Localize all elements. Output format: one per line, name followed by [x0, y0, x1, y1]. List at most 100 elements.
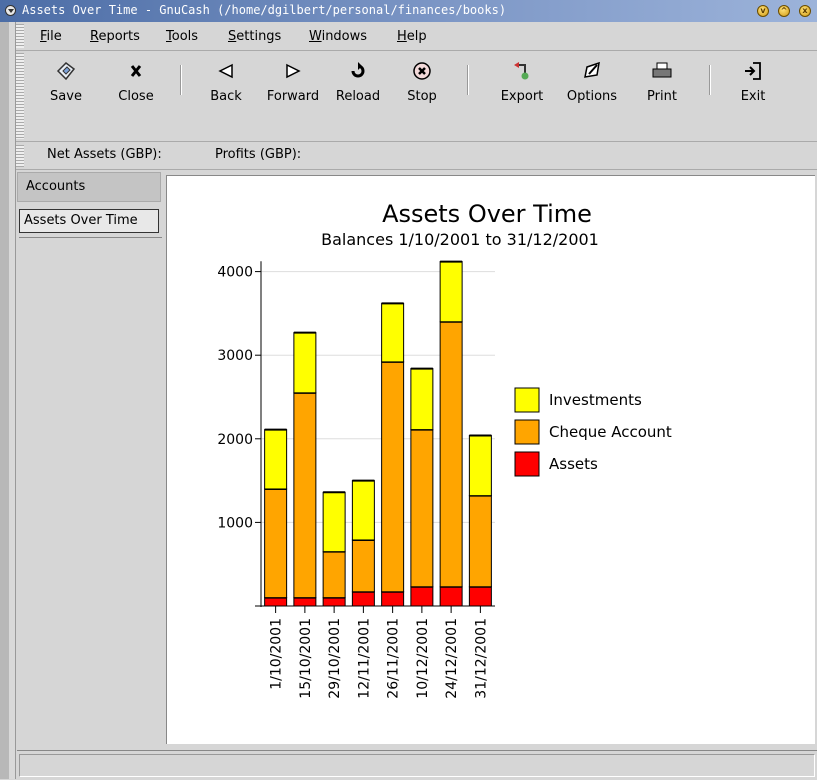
legend-label: Assets	[549, 455, 598, 473]
options-icon	[560, 59, 624, 87]
toolbar-separator	[467, 65, 469, 95]
close-button[interactable]: Close	[104, 59, 168, 104]
bar-segment	[264, 429, 288, 490]
menu-settings[interactable]: Settings	[228, 29, 281, 44]
x-tick-label: 24/12/2001	[444, 618, 460, 699]
stop-button[interactable]: Stop	[390, 59, 454, 104]
x-tick-label: 15/10/2001	[298, 618, 314, 699]
stop-icon	[390, 59, 454, 87]
forward-label: Forward	[266, 89, 320, 104]
toolbar-separator	[709, 65, 711, 95]
bar-segment	[264, 488, 288, 599]
y-tick-label: 4000	[217, 265, 253, 281]
bar-segment	[322, 551, 346, 599]
bar-segment	[322, 491, 346, 553]
summarybar-handle[interactable]	[16, 145, 24, 167]
chart-svg: Assets Over Time Balances 1/10/2001 to 3…	[217, 200, 672, 699]
legend-swatch	[514, 387, 540, 413]
save-button[interactable]: Save	[34, 59, 98, 104]
legend-label: Investments	[549, 391, 642, 409]
options-button[interactable]: Options	[560, 59, 624, 104]
minimize-icon[interactable]: v	[757, 5, 769, 17]
net-assets-label: Net Assets (GBP):	[47, 147, 162, 162]
exit-button[interactable]: Exit	[721, 59, 785, 104]
x-tick-label: 1/10/2001	[269, 618, 285, 690]
close-label: Close	[118, 89, 154, 104]
forward-button[interactable]: Forward	[261, 59, 325, 104]
bar-segment	[293, 332, 317, 394]
y-tick-label: 2000	[217, 432, 253, 448]
window-title: Assets Over Time - GnuCash (/home/dgilbe…	[22, 3, 507, 17]
close-icon	[104, 59, 168, 87]
legend-swatch	[514, 419, 540, 445]
bar-segment	[293, 392, 317, 599]
bar-segment	[439, 586, 463, 607]
back-button[interactable]: Back	[194, 59, 258, 104]
bar-segment	[468, 495, 492, 588]
window-frame-inner	[9, 22, 16, 779]
toolbar-separator	[180, 65, 182, 95]
export-label: Export	[500, 89, 544, 104]
title-bar[interactable]: Assets Over Time - GnuCash (/home/dgilbe…	[0, 0, 817, 22]
printer-icon	[630, 59, 694, 87]
x-tick-label: 29/10/2001	[327, 618, 343, 699]
bar-segment	[381, 361, 405, 593]
back-label: Back	[210, 89, 242, 104]
x-tick-label: 31/12/2001	[473, 618, 489, 699]
bar-segment	[351, 591, 375, 607]
menu-tools[interactable]: Tools	[166, 29, 198, 44]
reload-icon	[326, 59, 390, 87]
tab-accounts[interactable]: Accounts	[17, 172, 161, 202]
x-tick-label: 26/11/2001	[386, 618, 402, 699]
summary-bar: Net Assets (GBP): Profits (GBP):	[16, 143, 817, 170]
export-icon	[490, 59, 554, 87]
bar-segment	[264, 597, 288, 607]
print-button[interactable]: Print	[630, 59, 694, 104]
chart-title: Assets Over Time	[382, 200, 592, 228]
bar-segment	[381, 591, 405, 607]
bar-segment	[351, 480, 375, 541]
stop-label: Stop	[407, 89, 437, 104]
menu-reports[interactable]: Reports	[90, 29, 140, 44]
close-window-icon[interactable]: x	[799, 5, 811, 17]
back-arrow-icon	[194, 59, 258, 87]
bar-segment	[410, 586, 434, 607]
save-label: Save	[50, 89, 82, 104]
report-view[interactable]: Assets Over Time Balances 1/10/2001 to 3…	[166, 175, 815, 744]
toolbar: Save Close Back Forward Reload Stop Expo…	[16, 51, 817, 142]
bar-segment	[410, 429, 434, 588]
export-button[interactable]: Export	[490, 59, 554, 104]
menu-windows[interactable]: Windows	[309, 29, 367, 44]
legend-label: Cheque Account	[549, 423, 672, 441]
bar-segment	[468, 434, 492, 497]
maximize-icon[interactable]: ^	[778, 5, 790, 17]
chart-legend: Investments Cheque Account Assets	[514, 387, 672, 477]
menu-file[interactable]: File	[40, 29, 62, 44]
forward-arrow-icon	[261, 59, 325, 87]
x-tick-label: 10/12/2001	[415, 618, 431, 699]
toolbar-handle[interactable]	[16, 53, 24, 139]
y-tick-label: 3000	[217, 348, 253, 364]
menu-help[interactable]: Help	[397, 29, 427, 44]
bar-segment	[439, 321, 463, 588]
chart-bars	[264, 260, 492, 607]
menubar-handle[interactable]	[16, 24, 24, 48]
tab-assets-over-time[interactable]: Assets Over Time	[19, 209, 159, 233]
reload-label: Reload	[335, 89, 381, 104]
notebook-tabs: Accounts Assets Over Time	[17, 172, 163, 747]
x-tick-label: 12/11/2001	[356, 618, 372, 699]
bar-segment	[439, 261, 463, 323]
reload-button[interactable]: Reload	[326, 59, 390, 104]
bar-segment	[322, 597, 346, 607]
menu-bar: File Reports Tools Settings Windows Help	[16, 22, 817, 51]
save-icon	[34, 59, 98, 87]
status-text	[19, 754, 815, 777]
window-menu-icon[interactable]	[5, 5, 16, 16]
print-label: Print	[647, 89, 677, 104]
bar-segment	[381, 302, 405, 363]
legend-swatch	[514, 451, 540, 477]
options-label: Options	[566, 89, 618, 104]
profits-label: Profits (GBP):	[215, 147, 302, 162]
bar-segment	[410, 368, 434, 431]
bar-segment	[293, 597, 317, 607]
